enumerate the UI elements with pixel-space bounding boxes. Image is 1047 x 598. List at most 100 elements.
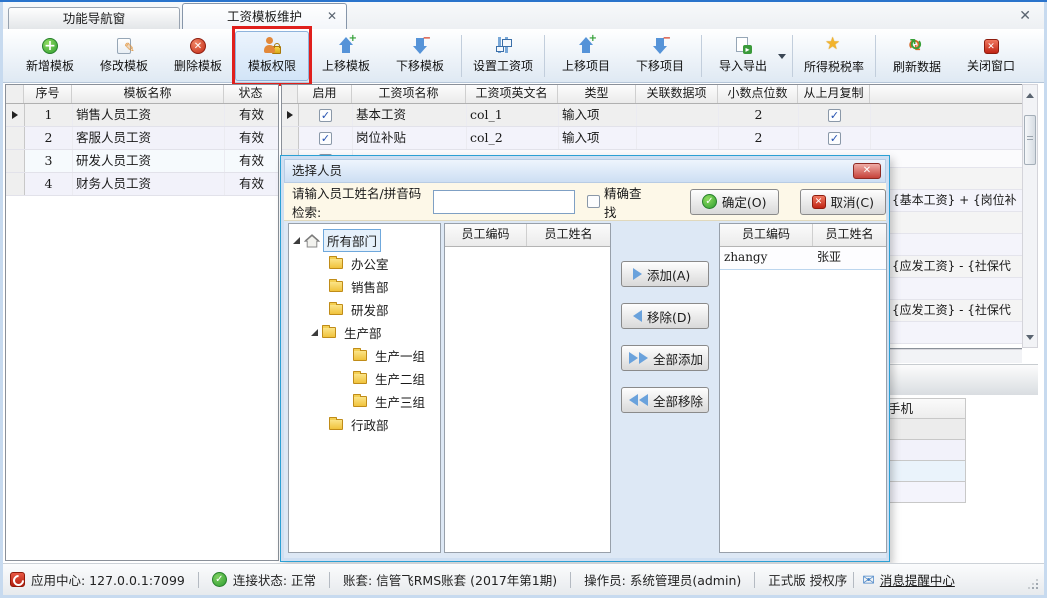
dropdown-caret-icon[interactable] — [778, 54, 786, 63]
income-tax-rate-button[interactable]: 所得税税率 — [797, 31, 871, 81]
cell-type: 输入项 — [559, 127, 637, 149]
tree-node-production-group-2[interactable]: 生产二组 — [289, 367, 440, 390]
close-window-button[interactable]: 关闭窗口 — [954, 31, 1028, 81]
cell-copy-prev — [799, 127, 871, 149]
move-item-up-button[interactable]: + 上移项目 — [549, 31, 623, 81]
checkbox-enabled[interactable] — [319, 109, 332, 122]
dialog-close-button[interactable]: ✕ — [853, 163, 881, 179]
detail-row[interactable] — [884, 419, 966, 440]
list-item[interactable]: zhangy 张亚 — [720, 247, 886, 270]
table-row[interactable]: 2 客服人员工资 有效 — [6, 127, 278, 150]
import-export-button[interactable]: 导入导出 — [706, 31, 788, 81]
table-row[interactable]: 岗位补贴 col_2 输入项 2 — [282, 127, 1022, 150]
checkbox-copy-prev[interactable] — [828, 109, 841, 122]
available-employees-panel: 员工编码 员工姓名 — [444, 223, 611, 553]
column-header-type[interactable]: 类型 — [558, 85, 636, 103]
template-permission-button[interactable]: 模板权限 — [235, 31, 309, 81]
column-header-decimals[interactable]: 小数点位数 — [718, 85, 798, 103]
column-header-status[interactable]: 状态 — [224, 85, 277, 103]
permission-icon — [263, 37, 281, 54]
button-label: 全部添加 — [653, 349, 703, 368]
resize-grip[interactable] — [1028, 579, 1038, 589]
move-item-down-button[interactable]: − 下移项目 — [623, 31, 697, 81]
formula-cell[interactable] — [890, 155, 1022, 168]
message-center-link[interactable]: 消息提醒中心 — [880, 570, 955, 589]
cancel-button[interactable]: 取消(C) — [800, 189, 886, 215]
table-row[interactable]: 3 研发人员工资 有效 — [6, 150, 278, 173]
exact-match-checkbox[interactable] — [587, 195, 600, 208]
expand-icon[interactable] — [311, 329, 318, 336]
list-header: 员工编码 员工姓名 — [445, 224, 610, 247]
column-header-template-name[interactable]: 模板名称 — [72, 85, 224, 103]
remove-button[interactable]: 移除(D) — [621, 303, 709, 329]
tree-node-all-departments[interactable]: 所有部门 — [289, 229, 440, 252]
tab-function-nav[interactable]: 功能导航窗 — [8, 7, 180, 29]
move-template-up-button[interactable]: + 上移模板 — [309, 31, 383, 81]
dialog-title-bar[interactable]: 选择人员 ✕ — [284, 159, 886, 183]
refresh-data-button[interactable]: 刷新数据 — [880, 31, 954, 81]
new-template-button[interactable]: 新增模板 — [13, 31, 87, 81]
table-row[interactable]: 基本工资 col_1 输入项 2 — [282, 104, 1022, 127]
tree-node-sales-dept[interactable]: 销售部 — [289, 275, 440, 298]
employee-search-input[interactable] — [433, 190, 575, 214]
column-header-related-data[interactable]: 关联数据项 — [636, 85, 718, 103]
checkbox-enabled[interactable] — [319, 132, 332, 145]
formula-cell[interactable]: {应发工资} - {社保代 — [890, 256, 1022, 278]
delete-template-button[interactable]: 删除模板 — [161, 31, 235, 81]
scroll-up-button[interactable] — [1023, 85, 1037, 101]
formula-cell[interactable] — [890, 212, 1022, 234]
checkbox-copy-prev[interactable] — [828, 132, 841, 145]
current-row-marker — [282, 104, 299, 126]
formula-cell[interactable] — [890, 168, 1022, 190]
move-template-down-button[interactable]: − 下移模板 — [383, 31, 457, 81]
tree-node-admin-dept[interactable]: 行政部 — [289, 413, 440, 436]
scroll-down-button[interactable] — [1023, 331, 1037, 347]
tree-node-production-dept[interactable]: 生产部 — [289, 321, 440, 344]
edit-template-button[interactable]: 修改模板 — [87, 31, 161, 81]
tree-node-production-group-3[interactable]: 生产三组 — [289, 390, 440, 413]
column-header-employee-code[interactable]: 员工编码 — [720, 224, 813, 246]
status-separator — [570, 572, 571, 588]
column-header-employee-name[interactable]: 员工姓名 — [527, 224, 610, 246]
table-row[interactable]: 1 销售人员工资 有效 — [6, 104, 278, 127]
set-salary-items-button[interactable]: 设置工资项 — [466, 31, 540, 81]
tab-close-icon[interactable]: ✕ — [327, 4, 337, 29]
formula-cell[interactable]: {应发工资} - {社保代 — [890, 300, 1022, 322]
cell-status: 有效 — [225, 150, 278, 172]
formula-cell[interactable] — [890, 322, 1022, 344]
row-marker — [6, 127, 25, 149]
column-header-en-name[interactable]: 工资项英文名 — [466, 85, 558, 103]
tree-node-office[interactable]: 办公室 — [289, 252, 440, 275]
add-button[interactable]: 添加(A) — [621, 261, 709, 287]
column-header-seq[interactable]: 序号 — [24, 85, 72, 103]
column-header-employee-code[interactable]: 员工编码 — [445, 224, 527, 246]
detail-row[interactable] — [884, 440, 966, 461]
scrollbar-thumb[interactable] — [1024, 115, 1036, 165]
window-close-icon[interactable]: ✕ — [1019, 8, 1031, 24]
tree-node-rd-dept[interactable]: 研发部 — [289, 298, 440, 321]
detail-row[interactable] — [884, 482, 966, 503]
formula-cell[interactable] — [890, 234, 1022, 256]
ok-button[interactable]: 确定(O) — [690, 189, 779, 215]
cell-seq: 4 — [25, 173, 73, 195]
window-frame-left — [0, 2, 3, 598]
formula-cell[interactable]: {基本工资} + {岗位补 — [890, 190, 1022, 212]
vertical-scrollbar[interactable] — [1022, 84, 1038, 348]
tab-salary-template-maintenance[interactable]: 工资模板维护 ✕ — [182, 3, 347, 29]
column-header-enabled[interactable]: 启用 — [298, 85, 352, 103]
table-row[interactable]: 4 财务人员工资 有效 — [6, 173, 278, 196]
add-all-button[interactable]: 全部添加 — [621, 345, 709, 371]
tree-node-production-group-1[interactable]: 生产一组 — [289, 344, 440, 367]
cell-en-name: col_1 — [467, 104, 559, 126]
column-header-item-name[interactable]: 工资项名称 — [352, 85, 466, 103]
column-header-mobile[interactable]: 手机 — [884, 398, 966, 419]
refresh-icon — [908, 37, 926, 55]
column-header-employee-name[interactable]: 员工姓名 — [813, 224, 886, 246]
remove-all-button[interactable]: 全部移除 — [621, 387, 709, 413]
detail-row[interactable] — [884, 461, 966, 482]
cell-en-name: col_2 — [467, 127, 559, 149]
column-header-copy-prev-month[interactable]: 从上月复制 — [798, 85, 870, 103]
expand-icon[interactable] — [293, 237, 300, 244]
cell-employee-code: zhangy — [720, 247, 813, 269]
formula-cell[interactable] — [890, 278, 1022, 300]
